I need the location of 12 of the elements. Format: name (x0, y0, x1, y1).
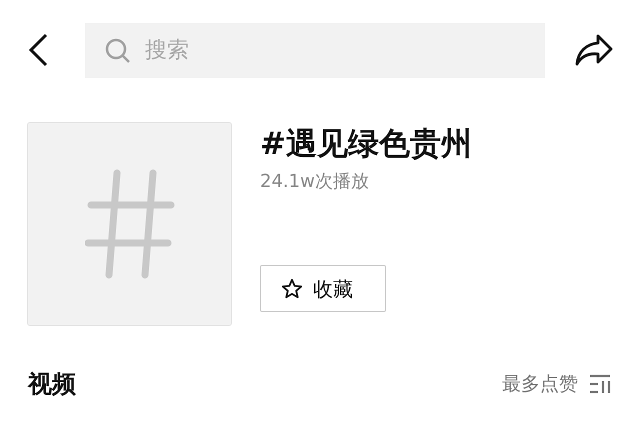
share-icon[interactable] (574, 33, 614, 67)
play-count: 24.1w次播放 (260, 170, 370, 194)
section-title: 视频 (28, 369, 76, 400)
hashtag-icon (84, 169, 174, 279)
search-field[interactable]: 搜索 (85, 22, 545, 78)
favorite-button[interactable]: 收藏 (260, 265, 386, 312)
sort-button[interactable]: 最多点赞 (502, 370, 612, 398)
sort-icon (588, 373, 612, 395)
star-icon (281, 278, 303, 300)
search-icon (105, 38, 131, 64)
topic-title: #遇见绿色贵州 (260, 125, 472, 164)
back-icon[interactable] (26, 33, 50, 67)
